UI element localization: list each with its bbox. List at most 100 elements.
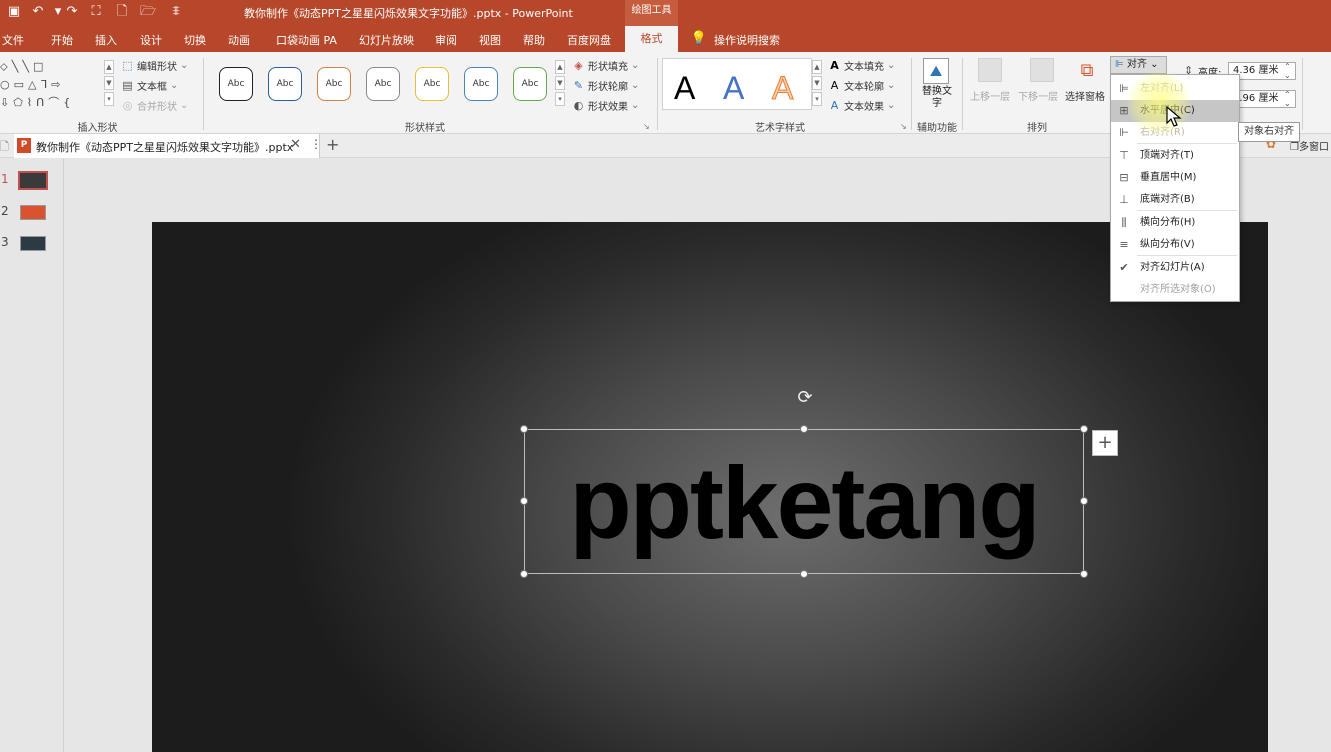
wordart-orange[interactable]: A	[771, 70, 793, 107]
save-icon[interactable]: ▣	[6, 4, 22, 20]
resize-handle[interactable]	[1080, 570, 1088, 578]
tab-home[interactable]: 开始	[51, 32, 73, 48]
width-spinner[interactable]: ⌃ ⌄	[1284, 90, 1291, 108]
group-label-arrange: 排列	[1027, 123, 1047, 134]
tab-slideshow[interactable]: 幻灯片放映	[359, 32, 414, 48]
selection-pane-button[interactable]: 选择窗格	[1065, 88, 1105, 103]
slide-thumbnail-panel: 1 2 3	[0, 158, 64, 752]
tab-transitions[interactable]: 切换	[184, 32, 206, 48]
open-folder-icon[interactable]: 🗁	[140, 4, 156, 20]
group-arrange: 上移一层 下移一层 ⧉ 选择窗格 排列	[964, 52, 1110, 134]
wordart-blue[interactable]: A	[723, 70, 744, 106]
send-backward-button[interactable]: 下移一层	[1018, 88, 1058, 103]
tab-insert[interactable]: 插入	[95, 32, 117, 48]
dialog-launcher-icon[interactable]: ↘	[900, 122, 907, 131]
menu-item-align-selected-objects[interactable]: 对齐所选对象(O)	[1111, 279, 1239, 301]
menu-item-distribute-horizontal[interactable]: ⫼ 横向分布(H)	[1111, 212, 1239, 234]
tab-file[interactable]: 文件	[2, 32, 24, 48]
text-fill-button[interactable]: A 文本填充 ⌄	[828, 58, 895, 73]
shape-style-swatch[interactable]: Abc	[366, 67, 400, 101]
wordart-scroll-down[interactable]: ▼	[812, 76, 822, 90]
resize-handle[interactable]	[1080, 497, 1088, 505]
edit-shape-button[interactable]: ⬚ 编辑形状 ⌄	[121, 58, 188, 73]
height-spinner[interactable]: ⌃ ⌄	[1284, 62, 1291, 80]
alt-text-button[interactable]: 替换文字	[919, 86, 955, 110]
resize-handle[interactable]	[520, 570, 528, 578]
shape-style-swatch[interactable]: Abc	[268, 67, 302, 101]
styles-scroll-down[interactable]: ▼	[555, 76, 565, 90]
dialog-launcher-icon[interactable]: ↘	[643, 122, 650, 131]
alt-text-icon[interactable]: ⛰	[923, 58, 949, 84]
menu-item-align-middle[interactable]: ⊟ 垂直居中(M)	[1111, 167, 1239, 189]
new-tab-button[interactable]: +	[326, 135, 339, 154]
new-file-icon[interactable]: 🗋	[114, 4, 130, 20]
tell-me-search[interactable]: 操作说明搜索	[714, 32, 780, 48]
cursor-highlight	[1126, 70, 1192, 136]
redo-icon[interactable]: ↷	[64, 4, 80, 20]
shapes-more[interactable]: ▾	[104, 92, 114, 106]
tab-design[interactable]: 设计	[140, 32, 162, 48]
add-element-button[interactable]: +	[1092, 430, 1118, 456]
text-box-button[interactable]: ▤ 文本框 ⌄	[121, 78, 178, 93]
bring-forward-button[interactable]: 上移一层	[970, 88, 1010, 103]
customize-icon[interactable]: ⩨	[168, 4, 184, 20]
shape-style-gallery[interactable]: Abc Abc Abc Abc Abc Abc Abc	[205, 52, 557, 112]
text-outline-button[interactable]: A 文本轮廓 ⌄	[828, 78, 896, 93]
merge-shapes-icon: ◎	[122, 99, 133, 112]
slide-thumbnail[interactable]	[18, 171, 48, 190]
shape-style-swatch[interactable]: Abc	[317, 67, 351, 101]
close-icon[interactable]: ✕	[290, 137, 301, 152]
shapes-scroll-up[interactable]: ▲	[104, 60, 114, 74]
resize-handle[interactable]	[1080, 425, 1088, 433]
tab-format[interactable]: 格式	[625, 26, 678, 52]
shapes-gallery[interactable]: ⬦╲╲□ ○▭△ᒣ⇨ ⇩⬠⌇ᑎ⌒{	[0, 58, 112, 114]
shape-style-swatch[interactable]: Abc	[219, 67, 253, 101]
shape-fill-label: 形状填充	[588, 62, 628, 73]
slide-number: 3	[1, 235, 9, 249]
tab-baidu-netdisk[interactable]: 百度网盘	[567, 32, 611, 48]
resize-handle[interactable]	[800, 570, 808, 578]
tab-view[interactable]: 视图	[479, 32, 501, 48]
slide-thumbnail[interactable]	[20, 205, 46, 220]
window-title: 教你制作《动态PPT之星星闪烁效果文字功能》.pptx - PowerPoint	[244, 7, 573, 20]
undo-icon[interactable]: ↶	[30, 4, 46, 20]
menu-item-align-bottom[interactable]: ⊥ 底端对齐(B)	[1111, 189, 1239, 211]
wordart-scroll-up[interactable]: ▲	[812, 60, 822, 74]
slide-number: 2	[1, 204, 9, 218]
more-options-icon[interactable]: ⋮	[310, 137, 322, 151]
shape-fill-button[interactable]: ◈ 形状填充 ⌄	[572, 58, 639, 73]
styles-scroll-up[interactable]: ▲	[555, 60, 565, 74]
slide-text[interactable]: pptketang	[528, 448, 1080, 568]
text-effects-button[interactable]: A 文本效果 ⌄	[828, 98, 896, 113]
wordart-black[interactable]: A	[674, 70, 695, 106]
menu-item-distribute-vertical[interactable]: ≡ 纵向分布(V)	[1111, 234, 1239, 256]
merge-shapes-label: 合并形状	[137, 102, 177, 113]
menu-item-align-top[interactable]: ⊤ 顶端对齐(T)	[1111, 145, 1239, 167]
shape-style-swatch[interactable]: Abc	[513, 67, 547, 101]
text-outline-label: 文本轮廓	[844, 82, 884, 93]
shape-outline-button[interactable]: ✎ 形状轮廓 ⌄	[572, 78, 640, 93]
shapes-scroll-down[interactable]: ▼	[104, 76, 114, 90]
tab-pocket-animation[interactable]: 口袋动画 PA	[276, 32, 337, 48]
merge-shapes-button[interactable]: ◎ 合并形状 ⌄	[121, 98, 189, 113]
tab-help[interactable]: 帮助	[523, 32, 545, 48]
shape-style-swatch[interactable]: Abc	[464, 67, 498, 101]
shape-effects-button[interactable]: ◐ 形状效果 ⌄	[572, 98, 640, 113]
resize-handle[interactable]	[800, 425, 808, 433]
document-tab[interactable]: P 教你制作《动态PPT之星星闪烁效果文字功能》.pptx ✕ ⋮	[14, 134, 322, 158]
wordart-more[interactable]: ▾	[812, 92, 822, 106]
present-icon[interactable]: ⛶	[88, 4, 104, 20]
align-top-icon: ⊤	[1119, 149, 1129, 162]
tab-animations[interactable]: 动画	[228, 32, 250, 48]
shape-style-swatch[interactable]: Abc	[415, 67, 449, 101]
align-icon: ⊫	[1115, 59, 1124, 70]
rotate-handle-icon[interactable]: ⟳	[794, 387, 816, 409]
resize-handle[interactable]	[520, 497, 528, 505]
resize-handle[interactable]	[520, 425, 528, 433]
menu-item-check[interactable]: ✔ 对齐幻灯片(A)	[1111, 257, 1239, 279]
styles-more[interactable]: ▾	[555, 92, 565, 106]
edit-shape-icon: ⬚	[122, 59, 133, 72]
group-label-wordart: 艺术字样式	[755, 123, 805, 134]
tab-review[interactable]: 审阅	[435, 32, 457, 48]
slide-thumbnail[interactable]	[20, 236, 46, 251]
